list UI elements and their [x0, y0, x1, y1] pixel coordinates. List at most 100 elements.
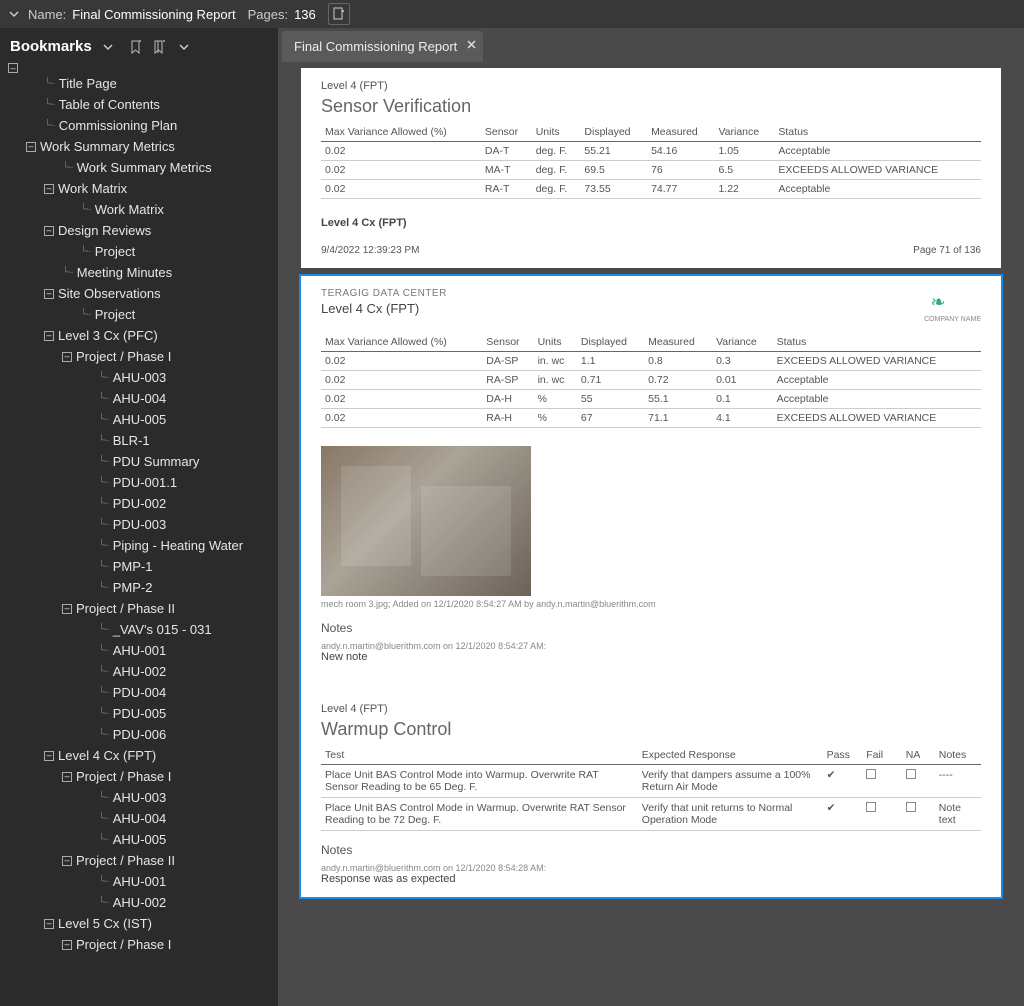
col-header: Test	[321, 746, 638, 765]
tree-item[interactable]: └·· PDU-002	[6, 493, 278, 514]
level-label: Level 4 Cx (FPT)	[321, 301, 447, 316]
minus-icon[interactable]: –	[44, 184, 54, 194]
name-value: Final Commissioning Report	[72, 7, 235, 22]
chevron-down-icon[interactable]	[6, 6, 22, 22]
page-72: TERAGIG DATA CENTER Level 4 Cx (FPT) ❧ C…	[301, 276, 1001, 897]
minus-icon[interactable]: –	[44, 751, 54, 761]
tree-label: PDU-001.1	[113, 472, 177, 493]
bookmarks-sidebar: Bookmarks – └··Title Page└··Table of Con…	[0, 28, 278, 1006]
minus-icon[interactable]: –	[44, 919, 54, 929]
section-title: Sensor Verification	[321, 96, 981, 117]
tree-item[interactable]: └··BLR-1	[6, 430, 278, 451]
tree-item[interactable]: –Project / Phase I	[6, 346, 278, 367]
tree-root[interactable]: –	[6, 63, 278, 73]
tree-leaf-icon: └··	[98, 493, 109, 514]
add-page-icon[interactable]	[328, 3, 350, 25]
tree-item[interactable]: └··Project	[6, 304, 278, 325]
tree-label: BLR-1	[113, 430, 150, 451]
tree-item[interactable]: └··PDU-001.1	[6, 472, 278, 493]
tree-item[interactable]: –Level 5 Cx (IST)	[6, 913, 278, 934]
page-area[interactable]: Level 4 (FPT) Sensor Verification Max Va…	[278, 62, 1024, 1006]
tree-item[interactable]: └··AHU-004	[6, 388, 278, 409]
tree-label: Level 3 Cx (PFC)	[58, 325, 158, 346]
tree-label: Title Page	[59, 73, 117, 94]
minus-icon[interactable]: –	[44, 289, 54, 299]
tree-leaf-icon: └··	[98, 640, 109, 661]
tree-leaf-icon: └··	[44, 73, 55, 94]
tree-item[interactable]: └··PDU-003	[6, 514, 278, 535]
tree-item[interactable]: └··PDU Summary	[6, 451, 278, 472]
tree-item[interactable]: └··AHU-003	[6, 367, 278, 388]
close-icon[interactable]	[466, 39, 477, 50]
minus-icon[interactable]: –	[44, 226, 54, 236]
tree-item[interactable]: –Work Summary Metrics	[6, 136, 278, 157]
tree-item[interactable]: └··PMP-1	[6, 556, 278, 577]
tree-leaf-icon: └··	[98, 871, 109, 892]
tree-item[interactable]: –Project / Phase I	[6, 766, 278, 787]
tree-label: PDU-002	[113, 493, 166, 514]
minus-icon[interactable]: –	[62, 856, 72, 866]
tree-item[interactable]: └··PMP-2	[6, 577, 278, 598]
tab-report[interactable]: Final Commissioning Report	[282, 31, 483, 62]
minus-icon[interactable]: –	[26, 142, 36, 152]
tree-leaf-icon: └··	[98, 556, 109, 577]
tree-label: Project / Phase I	[76, 766, 171, 787]
tree-item[interactable]: –Site Observations	[6, 283, 278, 304]
checkbox-icon[interactable]	[866, 802, 876, 812]
tree-item[interactable]: └··Work Matrix	[6, 199, 278, 220]
tree-item[interactable]: └··Project	[6, 241, 278, 262]
tree-item[interactable]: └·· Title Page	[6, 73, 278, 94]
tree-item[interactable]: └··AHU-005	[6, 409, 278, 430]
tree-item[interactable]: └··AHU-002	[6, 661, 278, 682]
tree-item[interactable]: └·· AHU-001	[6, 640, 278, 661]
tree-item[interactable]: └··Work Summary Metrics	[6, 157, 278, 178]
tree-item[interactable]: └··PDU-004	[6, 682, 278, 703]
tree-item[interactable]: └··AHU-005	[6, 829, 278, 850]
checkbox-icon[interactable]	[866, 769, 876, 779]
tree-label: PDU-005	[113, 703, 166, 724]
col-header: Notes	[935, 746, 981, 765]
tree-item[interactable]: └··Commissioning Plan	[6, 115, 278, 136]
table-row: 0.02DA-SPin. wc1.10.80.3EXCEEDS ALLOWED …	[321, 352, 981, 371]
tree-item[interactable]: –Level 3 Cx (PFC)	[6, 325, 278, 346]
tree-item[interactable]: –Project / Phase II	[6, 598, 278, 619]
bookmark-tag-add-icon[interactable]	[152, 39, 168, 55]
tree-item[interactable]: └··AHU-001	[6, 871, 278, 892]
tree-item[interactable]: –Work Matrix	[6, 178, 278, 199]
minus-icon[interactable]: –	[62, 772, 72, 782]
bookmarks-chevron-icon[interactable]	[100, 39, 116, 55]
tree-item[interactable]: –Level 4 Cx (FPT)	[6, 745, 278, 766]
bookmark-add-icon[interactable]	[128, 39, 144, 55]
tree-item[interactable]: └··PDU-005	[6, 703, 278, 724]
tree-item[interactable]: └··AHU-002	[6, 892, 278, 913]
tree-item[interactable]: –Project / Phase II	[6, 850, 278, 871]
minus-icon[interactable]: –	[62, 604, 72, 614]
tree-item[interactable]: └··Meeting Minutes	[6, 262, 278, 283]
tree-label: PMP-2	[113, 577, 153, 598]
pages-value: 136	[294, 7, 316, 22]
tree-item[interactable]: –Design Reviews	[6, 220, 278, 241]
tree-label: Commissioning Plan	[59, 115, 178, 136]
checkbox-icon[interactable]	[906, 769, 916, 779]
bookmark-options-chevron-icon[interactable]	[176, 39, 192, 55]
tree-label: Project	[95, 304, 135, 325]
col-header: Displayed	[580, 123, 647, 142]
tree-item[interactable]: └··Table of Contents	[6, 94, 278, 115]
tree-item[interactable]: –Project / Phase I	[6, 934, 278, 955]
bookmark-tree: – └··Title Page└··Table of Contents└··Co…	[6, 63, 278, 955]
tree-item[interactable]: └··PDU-006	[6, 724, 278, 745]
minus-icon[interactable]: –	[44, 331, 54, 341]
minus-icon[interactable]: –	[8, 63, 18, 73]
minus-icon[interactable]: –	[62, 940, 72, 950]
tab-label: Final Commissioning Report	[294, 39, 457, 54]
tree-item[interactable]: └··AHU-003	[6, 787, 278, 808]
tree-item[interactable]: └··AHU-004	[6, 808, 278, 829]
tree-item[interactable]: └··_VAV's 015 - 031	[6, 619, 278, 640]
mech-room-photo	[321, 446, 531, 596]
tree-leaf-icon: └··	[62, 157, 73, 178]
checkbox-icon[interactable]	[906, 802, 916, 812]
tree-label: AHU-001	[113, 640, 166, 661]
tree-leaf-icon: └··	[98, 409, 109, 430]
minus-icon[interactable]: –	[62, 352, 72, 362]
tree-item[interactable]: └··Piping - Heating Water	[6, 535, 278, 556]
